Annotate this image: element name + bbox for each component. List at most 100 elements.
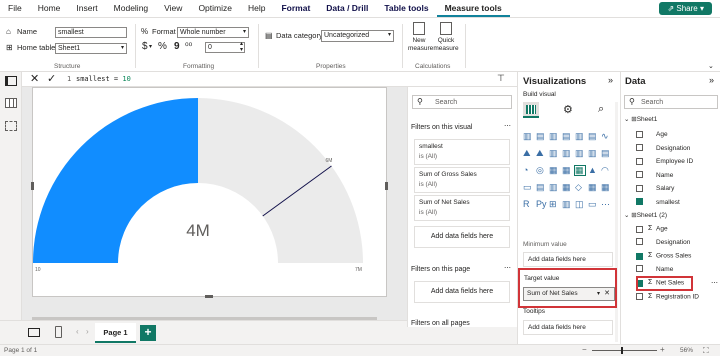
visual-type-icon[interactable]: ⊞ bbox=[549, 200, 559, 209]
visual-type-icon[interactable]: ⛰ bbox=[523, 149, 533, 158]
visual-type-icon[interactable]: ⛰ bbox=[536, 149, 546, 158]
visual-type-icon[interactable]: ▤ bbox=[536, 132, 546, 141]
visual-type-icon[interactable]: ▤ bbox=[601, 149, 611, 158]
new-measure-button[interactable]: New measure bbox=[408, 22, 433, 62]
visual-type-icon[interactable]: ▭ bbox=[588, 200, 598, 209]
visual-type-icon[interactable]: ▥ bbox=[549, 183, 559, 192]
gauge-visual[interactable]: 4M 6M 10 7M bbox=[31, 87, 388, 298]
formula-input[interactable]: smallest = 10 bbox=[76, 75, 131, 83]
menu-modeling[interactable]: Modeling bbox=[106, 0, 157, 17]
prev-page-icon[interactable]: ‹ bbox=[76, 327, 79, 336]
field-item[interactable]: Σ Gross Sales bbox=[636, 251, 691, 261]
visual-type-icon[interactable]: ▤ bbox=[536, 183, 546, 192]
next-page-icon[interactable]: › bbox=[86, 327, 89, 336]
table-sheet1-2[interactable]: ⌄ ⊞Sheet1 (2) bbox=[624, 211, 667, 221]
checkbox[interactable] bbox=[636, 184, 643, 192]
visual-type-icon[interactable]: ◔ bbox=[523, 166, 533, 175]
menu-file[interactable]: File bbox=[0, 0, 30, 17]
visual-type-icon[interactable]: ▦ bbox=[549, 166, 559, 175]
checkbox[interactable] bbox=[636, 293, 643, 300]
analytics-icon[interactable]: ⌕ bbox=[598, 103, 604, 116]
visual-type-icon[interactable]: ▦ bbox=[562, 166, 572, 175]
visual-type-icon[interactable]: ▥ bbox=[562, 200, 572, 209]
visual-type-icon[interactable]: ▦ bbox=[588, 183, 598, 192]
table-sheet1[interactable]: ⌄ ⊞Sheet1 bbox=[624, 115, 657, 125]
visual-type-icon[interactable]: ▥ bbox=[523, 132, 533, 141]
field-item[interactable]: Name bbox=[636, 171, 673, 181]
zoom-slider-thumb[interactable] bbox=[621, 347, 623, 354]
close-icon[interactable]: ✕ bbox=[30, 72, 39, 86]
menu-table-tools[interactable]: Table tools bbox=[376, 0, 436, 17]
zoom-in-icon[interactable]: + bbox=[660, 345, 665, 354]
format-visual-icon[interactable]: ⚙ bbox=[563, 103, 573, 116]
menu-insert[interactable]: Insert bbox=[68, 0, 105, 17]
data-category-select[interactable]: Uncategorized ▾ bbox=[321, 30, 394, 42]
share-button[interactable]: ⇗ Share ▾ bbox=[659, 2, 712, 15]
model-view-icon[interactable] bbox=[5, 121, 17, 131]
build-visual-tab[interactable] bbox=[523, 102, 539, 118]
add-data-fields-page[interactable]: Add data fields here bbox=[414, 281, 510, 303]
add-data-fields-min[interactable]: Add data fields here bbox=[523, 252, 613, 267]
percent-button[interactable]: % bbox=[158, 41, 167, 52]
expand-formula-icon[interactable]: ⊤ bbox=[497, 73, 505, 84]
visual-type-icon[interactable]: ▭ bbox=[523, 183, 533, 192]
chevron-down-icon[interactable]: ⌄ bbox=[708, 62, 714, 70]
zoom-slider[interactable] bbox=[592, 350, 657, 351]
field-item[interactable]: Σ Registration ID bbox=[636, 292, 699, 302]
menu-optimize[interactable]: Optimize bbox=[190, 0, 240, 17]
filter-card[interactable]: Sum of Net Sales is (All) bbox=[414, 195, 510, 221]
mobile-layout-icon[interactable] bbox=[55, 326, 62, 338]
menu-home[interactable]: Home bbox=[30, 0, 69, 17]
visual-type-icon[interactable]: ▥ bbox=[562, 149, 572, 158]
format-select[interactable]: Whole number ▾ bbox=[177, 27, 249, 38]
visual-type-icon[interactable]: ▥ bbox=[588, 149, 598, 158]
visual-type-icon[interactable]: ⋯ bbox=[601, 200, 611, 209]
resize-handle[interactable] bbox=[31, 182, 34, 190]
visual-type-icon[interactable]: ▥ bbox=[549, 132, 559, 141]
report-view-icon[interactable] bbox=[5, 76, 17, 86]
collapse-icon[interactable]: » bbox=[608, 75, 613, 85]
field-item[interactable]: Salary bbox=[636, 184, 674, 194]
checkbox[interactable] bbox=[636, 171, 643, 179]
home-table-select[interactable]: Sheet1 ▾ bbox=[55, 43, 127, 54]
visual-type-icon[interactable]: ▦ bbox=[574, 165, 586, 176]
visual-type-icon[interactable]: R bbox=[523, 200, 533, 209]
spinner-icon[interactable]: ▴ ▾ bbox=[240, 41, 243, 53]
checkbox[interactable] bbox=[636, 265, 643, 273]
checkbox[interactable] bbox=[636, 144, 643, 152]
menu-view[interactable]: View bbox=[156, 0, 190, 17]
checked-checkbox[interactable] bbox=[636, 198, 643, 206]
visual-type-icon[interactable]: ◎ bbox=[536, 166, 546, 175]
visual-type-icon[interactable]: ◇ bbox=[575, 183, 585, 192]
decimal-button[interactable]: ⁰⁰ bbox=[185, 41, 192, 52]
checked-checkbox[interactable] bbox=[636, 252, 643, 260]
currency-button[interactable]: $ bbox=[142, 41, 148, 52]
checkbox[interactable] bbox=[636, 225, 643, 233]
checkbox[interactable] bbox=[636, 238, 643, 246]
filters-search-input[interactable]: ⚲ Search bbox=[412, 95, 512, 109]
visual-type-icon[interactable]: ▥ bbox=[575, 132, 585, 141]
menu-format[interactable]: Format bbox=[273, 0, 318, 17]
resize-handle[interactable] bbox=[385, 182, 388, 190]
checkbox[interactable] bbox=[636, 130, 643, 138]
data-search-input[interactable]: ⚲ Search bbox=[624, 95, 718, 109]
field-item[interactable]: Name bbox=[636, 265, 673, 275]
checkbox[interactable] bbox=[636, 157, 643, 165]
field-item[interactable]: Designation bbox=[636, 238, 690, 248]
menu-data-drill[interactable]: Data / Drill bbox=[318, 0, 376, 17]
visual-type-icon[interactable]: ▥ bbox=[575, 149, 585, 158]
name-input[interactable]: smallest bbox=[55, 27, 127, 38]
visual-type-icon[interactable]: ∿ bbox=[601, 132, 611, 141]
filter-card[interactable]: Sum of Gross Sales is (All) bbox=[414, 167, 510, 193]
zoom-out-icon[interactable]: − bbox=[582, 345, 587, 354]
quick-measure-button[interactable]: Quick measure bbox=[433, 22, 459, 62]
menu-help[interactable]: Help bbox=[240, 0, 273, 17]
more-icon[interactable]: ⋯ bbox=[504, 122, 511, 130]
fit-page-icon[interactable]: ⛶ bbox=[703, 346, 709, 356]
visual-type-icon[interactable]: Py bbox=[536, 200, 547, 209]
visual-type-icon[interactable]: ▤ bbox=[588, 132, 598, 141]
desktop-layout-icon[interactable] bbox=[28, 328, 40, 337]
comma-button[interactable]: 9 bbox=[174, 41, 180, 52]
decimal-places-input[interactable]: 0 bbox=[205, 42, 245, 53]
check-icon[interactable]: ✓ bbox=[47, 72, 56, 86]
